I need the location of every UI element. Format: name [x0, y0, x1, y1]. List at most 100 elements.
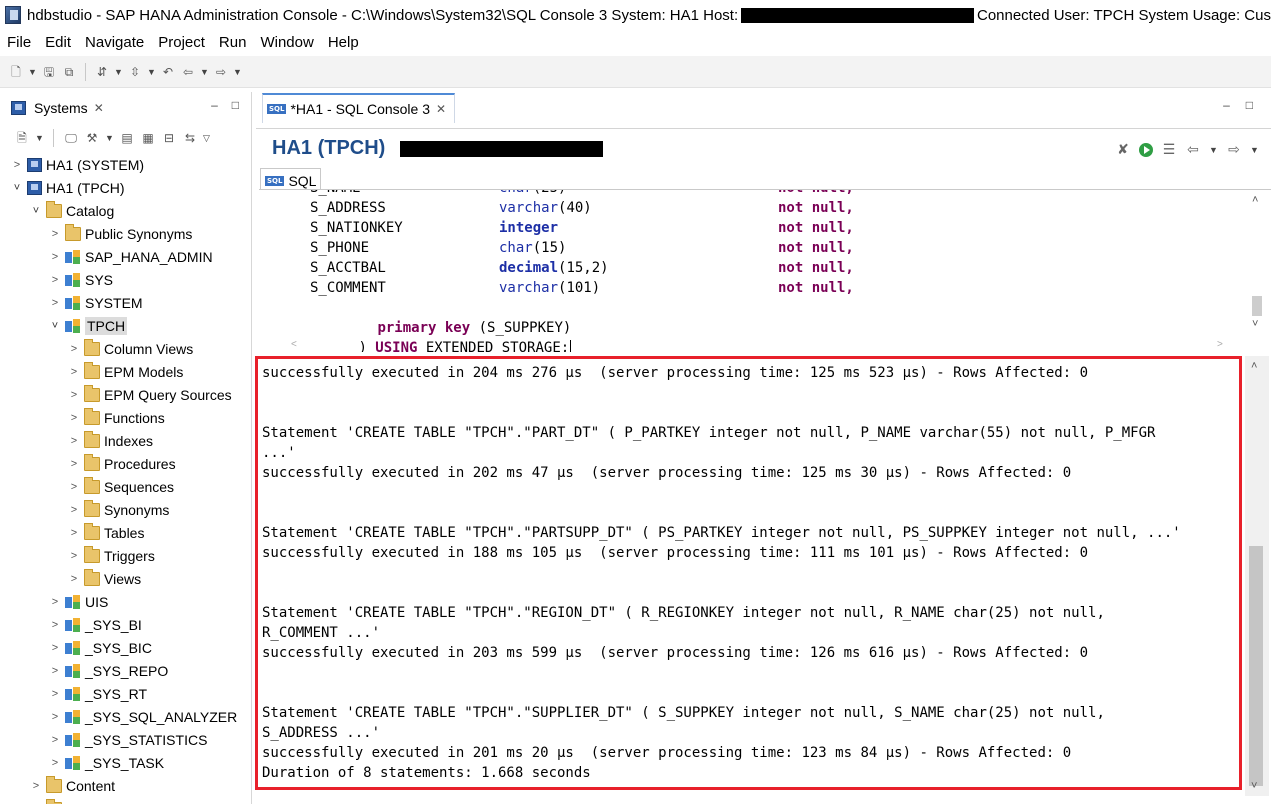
chevron-right-icon[interactable]: ˃	[67, 527, 81, 539]
chevron-right-icon[interactable]: ˃	[67, 573, 81, 585]
tree-item[interactable]: ˃ SYS	[0, 268, 251, 291]
save-icon[interactable]: 🖫	[41, 64, 57, 80]
menu-window[interactable]: Window	[253, 34, 320, 51]
tree-item[interactable]: ˅ HA1 (TPCH)	[0, 176, 251, 199]
tree-item[interactable]: ˃ SAP_HANA_ADMIN	[0, 245, 251, 268]
chevron-right-icon[interactable]: ˃	[48, 734, 62, 746]
systems-tab[interactable]: Systems ✕ – □	[0, 92, 251, 124]
chevron-right-icon[interactable]: ˃	[48, 228, 62, 240]
back-icon[interactable]: ⇦	[180, 64, 196, 80]
tree-item[interactable]: ˃ HA1 (SYSTEM)	[0, 153, 251, 176]
new-icon[interactable]: 🗋	[8, 64, 24, 80]
menu-file[interactable]: File	[0, 34, 38, 51]
tree-item[interactable]: ˃ UIS	[0, 590, 251, 613]
tree-item[interactable]: ˃ Functions	[0, 406, 251, 429]
previous-icon[interactable]: ⇦	[1185, 141, 1201, 158]
tree-item[interactable]: ˃ _SYS_BI	[0, 613, 251, 636]
chevron-down-icon[interactable]: ˅	[29, 205, 43, 217]
chevron-right-icon[interactable]: ˃	[67, 550, 81, 562]
tree-item[interactable]: ˃ Column Views	[0, 337, 251, 360]
menu-project[interactable]: Project	[151, 34, 212, 51]
chevron-down-icon[interactable]: ˅	[48, 320, 62, 332]
forward-icon[interactable]: ⇨	[213, 64, 229, 80]
close-icon[interactable]: ✕	[94, 101, 104, 115]
chevron-right-icon[interactable]: ˃	[67, 343, 81, 355]
collapse-all-icon[interactable]: ⊟	[161, 130, 177, 146]
chevron-right-icon[interactable]: ˃	[48, 596, 62, 608]
tree-item[interactable]: ˃ _SYS_STATISTICS	[0, 728, 251, 751]
sql-code[interactable]: S_NAMEchar(25)not null,S_ADDRESSvarchar(…	[259, 190, 854, 352]
sql-editor[interactable]: S_NAMEchar(25)not null,S_ADDRESSvarchar(…	[259, 189, 1271, 352]
chevron-right-icon[interactable]: ˃	[67, 389, 81, 401]
tree-item[interactable]: ˃ _SYS_REPO	[0, 659, 251, 682]
save-all-icon[interactable]: ⧉	[61, 64, 77, 80]
editor-vertical-scrollbar[interactable]: ˄ ˅	[1245, 190, 1271, 340]
tree-item[interactable]: ˃ SYSTEM	[0, 291, 251, 314]
tree-item[interactable]: ˃ _SYS_SQL_ANALYZER	[0, 705, 251, 728]
new-dropdown-icon[interactable]: ▼	[28, 67, 37, 77]
menu-edit[interactable]: Edit	[38, 34, 78, 51]
scrollbar-thumb[interactable]	[1252, 296, 1262, 316]
tree-item[interactable]: ˃ Content	[0, 774, 251, 797]
chevron-right-icon[interactable]: ˃	[67, 412, 81, 424]
scroll-left-icon[interactable]: ˂	[291, 339, 297, 350]
minimize-icon[interactable]: –	[211, 98, 218, 112]
tree-item[interactable]: ˃ Public Synonyms	[0, 222, 251, 245]
next-dropdown-icon[interactable]: ▼	[1250, 145, 1259, 155]
scroll-down-icon[interactable]: ˅	[1252, 318, 1258, 330]
tree-item[interactable]: ˃ Indexes	[0, 429, 251, 452]
previous-dropdown-icon[interactable]: ▼	[1209, 145, 1218, 155]
chevron-right-icon[interactable]: ˃	[48, 642, 62, 654]
view-menu-icon[interactable]: ▽	[203, 133, 212, 144]
history-icon[interactable]: ☰	[1161, 141, 1177, 158]
chevron-right-icon[interactable]: ˃	[67, 481, 81, 493]
chevron-right-icon[interactable]: ˃	[48, 711, 62, 723]
maximize-icon[interactable]: □	[232, 98, 239, 112]
sql-console-icon[interactable]: ▤	[119, 130, 135, 146]
link-editor-icon[interactable]: ⇆	[182, 130, 198, 146]
tree-item[interactable]: ˃ EPM Query Sources	[0, 383, 251, 406]
result-vertical-scrollbar[interactable]: ˄ ˅	[1245, 356, 1269, 796]
scroll-up-icon[interactable]: ˄	[1252, 194, 1258, 206]
chevron-right-icon[interactable]: ˃	[48, 688, 62, 700]
annotation-dropdown-icon[interactable]: ▼	[147, 67, 156, 77]
disconnect-icon[interactable]: ✘	[1115, 141, 1131, 158]
chevron-right-icon[interactable]: ˃	[48, 665, 62, 677]
maximize-icon[interactable]: □	[1246, 98, 1253, 112]
monitor-icon[interactable]: 🖵	[63, 130, 79, 146]
scroll-down-icon[interactable]: ˅	[1251, 780, 1257, 792]
tree-item[interactable]: ˃ _SYS_BIC	[0, 636, 251, 659]
chevron-right-icon[interactable]: ˃	[48, 619, 62, 631]
tree-item[interactable]: ˃ Synonyms	[0, 498, 251, 521]
tree-item[interactable]: ˃ Procedures	[0, 452, 251, 475]
tree-item[interactable]: ˃Provisioning	[0, 797, 251, 804]
chevron-right-icon[interactable]: ˃	[67, 366, 81, 378]
filter-icon[interactable]: ▦	[140, 130, 156, 146]
tools-dropdown-icon[interactable]: ▼	[105, 133, 114, 143]
scroll-up-icon[interactable]: ˄	[1251, 360, 1257, 372]
chevron-right-icon[interactable]: ˃	[48, 274, 62, 286]
tab-sql-console-3[interactable]: SQL *HA1 - SQL Console 3 ✕	[262, 93, 456, 123]
tree-item[interactable]: ˃ _SYS_RT	[0, 682, 251, 705]
add-system-icon[interactable]: 🗎	[14, 130, 30, 146]
chevron-right-icon[interactable]: ˃	[48, 297, 62, 309]
scroll-right-icon[interactable]: ˃	[1217, 339, 1223, 350]
tree-item[interactable]: ˃ Views	[0, 567, 251, 590]
chevron-right-icon[interactable]: ˃	[10, 159, 24, 171]
close-icon[interactable]: ✕	[436, 102, 446, 116]
forward-dropdown-icon[interactable]: ▼	[233, 67, 242, 77]
chevron-right-icon[interactable]: ˃	[67, 458, 81, 470]
toggle-dropdown-icon[interactable]: ▼	[114, 67, 123, 77]
run-icon[interactable]	[1139, 142, 1153, 157]
tree-item[interactable]: ˃ EPM Models	[0, 360, 251, 383]
add-system-dropdown-icon[interactable]: ▼	[35, 133, 44, 143]
menu-run[interactable]: Run	[212, 34, 254, 51]
chevron-right-icon[interactable]: ˃	[29, 780, 43, 792]
chevron-right-icon[interactable]: ˃	[48, 757, 62, 769]
tree-item[interactable]: ˃ Sequences	[0, 475, 251, 498]
toggle-icon[interactable]: ⇵	[94, 64, 110, 80]
tree-item[interactable]: ˃ _SYS_TASK	[0, 751, 251, 774]
menu-navigate[interactable]: Navigate	[78, 34, 151, 51]
annotation-icon[interactable]: ⇳	[127, 64, 143, 80]
tree-item[interactable]: ˃ Triggers	[0, 544, 251, 567]
